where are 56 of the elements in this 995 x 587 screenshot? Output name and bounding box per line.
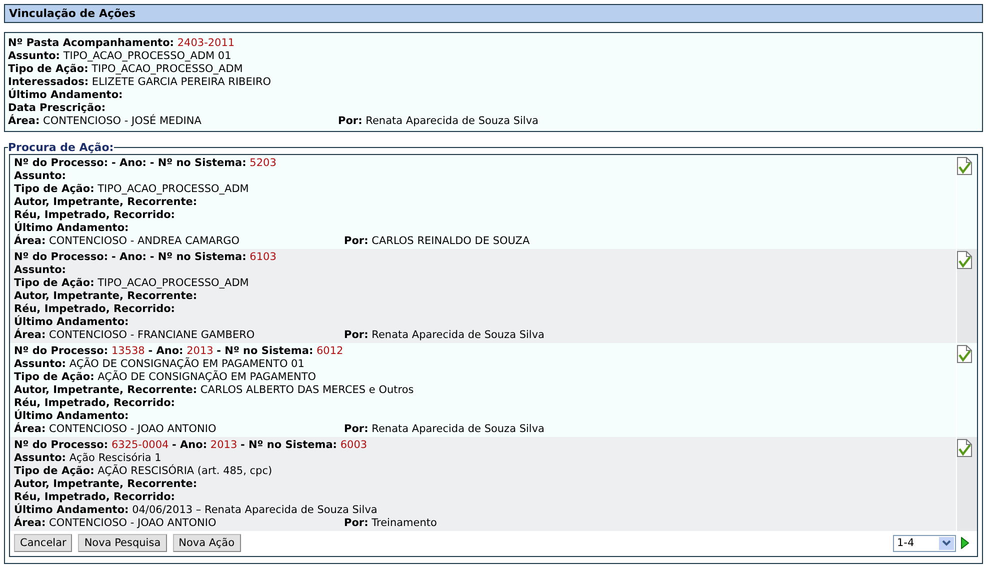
info-line: Último Andamento:	[14, 316, 130, 328]
info-line: Nº do Processo: 13538 - Ano: 2013 - Nº no Sistema: 6012	[14, 345, 344, 357]
info-line: Área: CONTENCIOSO - FRANCIANE GAMBERO	[14, 329, 256, 342]
document-check-icon[interactable]	[957, 157, 972, 175]
info-line: Réu, Impetrado, Recorrido:	[14, 491, 176, 503]
panel-legend: Procura de Ação:	[8, 141, 114, 154]
info-line: Assunto: AÇÃO DE CONSIGNAÇÃO EM PAGAMENTO 01	[14, 358, 306, 370]
info-line: Nº do Processo: 6325-0004 - Ano: 2013 - Nº no Sistema: 6003	[14, 439, 368, 452]
info-line: Nº do Processo: - Ano: - Nº no Sistema: 6103	[14, 251, 278, 264]
info-line: Nº do Processo: - Ano: - Nº no Sistema: 5203	[14, 157, 278, 170]
info-line: Área: CONTENCIOSO - ANDREA CAMARGO	[14, 235, 241, 248]
page-select[interactable]: 1-4	[893, 534, 956, 552]
info-line: Réu, Impetrado, Recorrido:	[14, 397, 176, 409]
info-line: Réu, Impetrado, Recorrido:	[14, 303, 176, 315]
info-line: Tipo de Ação: TIPO_ACAO_PROCESSO_ADM	[14, 277, 250, 290]
action-button[interactable]: Nova Ação	[172, 534, 241, 552]
result-card[interactable]	[10, 155, 977, 249]
title-bar: Vinculação de Ações	[4, 4, 983, 23]
info-line: Tipo de Ação: AÇÃO DE CONSIGNAÇÃO EM PAGAMENTO	[14, 371, 317, 384]
info-line: Último Andamento:	[14, 410, 130, 422]
action-button[interactable]: Nova Pesquisa	[78, 534, 167, 552]
result-card[interactable]	[10, 343, 977, 437]
info-line: Réu, Impetrado, Recorrido:	[14, 209, 176, 221]
document-check-icon[interactable]	[957, 251, 972, 269]
result-card[interactable]	[10, 249, 977, 343]
info-line: Autor, Impetrante, Recorrente:	[14, 196, 198, 209]
info-line: Assunto: TIPO_ACAO_PROCESSO_ADM 01	[8, 50, 232, 63]
info-line: Área: CONTENCIOSO - JOAO ANTONIO	[14, 517, 218, 530]
info-line: Autor, Impetrante, Recorrente: CARLOS ALBERTO DAS MERCES e Outros	[14, 384, 415, 397]
document-check-icon[interactable]	[957, 345, 972, 363]
chevron-down-icon	[942, 540, 951, 546]
info-line: Tipo de Ação: AÇÃO RESCISÓRIA (art. 485, cpc)	[14, 465, 274, 478]
info-line: Tipo de Ação: TIPO_ACAO_PROCESSO_ADM	[14, 183, 250, 196]
next-page-icon[interactable]	[961, 537, 969, 549]
info-line: Último Andamento: 04/06/2013 – Renata Aparecida de Souza Silva	[14, 504, 378, 516]
info-line: Último Andamento:	[8, 89, 124, 102]
info-line: Assunto:	[14, 170, 68, 183]
info-line: Último Andamento:	[14, 222, 130, 234]
document-check-icon[interactable]	[957, 439, 972, 457]
info-line: Data Prescrição:	[8, 102, 107, 114]
info-line: Por: Renata Aparecida de Souza Silva	[344, 329, 544, 342]
info-line: Tipo de Ação: TIPO_ACAO_PROCESSO_ADM	[8, 63, 244, 76]
info-line: Área: CONTENCIOSO - JOAO ANTONIO	[14, 423, 218, 436]
info-line: Por: CARLOS REINALDO DE SOUZA	[344, 235, 530, 248]
info-line: Assunto: Ação Rescisória 1	[14, 452, 162, 464]
info-line: Por: Renata Aparecida de Souza Silva	[344, 423, 544, 436]
info-line: Área: CONTENCIOSO - JOSÉ MEDINA	[8, 115, 202, 128]
action-button[interactable]: Cancelar	[14, 534, 72, 552]
info-line: Interessados: ELIZETE GARCIA PEREIRA RIBEIRO	[8, 76, 272, 88]
result-card[interactable]	[10, 437, 977, 531]
info-line: Autor, Impetrante, Recorrente:	[14, 478, 198, 491]
info-line: Autor, Impetrante, Recorrente:	[14, 290, 198, 303]
info-line: Por: Renata Aparecida de Souza Silva	[338, 115, 538, 128]
info-line: Por: Treinamento	[344, 517, 437, 530]
info-line: Nº Pasta Acompanhamento: 2403-2011	[8, 37, 236, 50]
info-line: Assunto:	[14, 264, 68, 277]
